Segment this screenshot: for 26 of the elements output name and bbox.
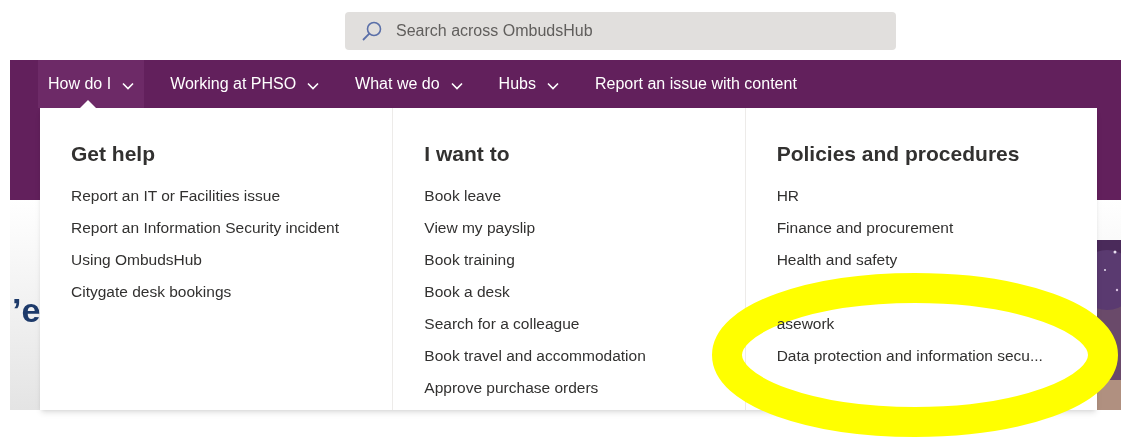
menu-link[interactable]: asework: [776, 311, 835, 336]
menu-link[interactable]: Finance and procurement: [776, 215, 954, 240]
menu-link[interactable]: Report an IT or Facilities issue: [71, 183, 281, 208]
menu-link[interactable]: Report an Information Security incident: [71, 215, 339, 240]
menu-link[interactable]: Health and safety: [776, 247, 898, 272]
chevron-down-icon: [307, 81, 320, 90]
menu-link[interactable]: Book leave: [424, 183, 502, 208]
menu-link[interactable]: Book training: [424, 247, 515, 272]
column-heading: I want to: [424, 141, 511, 167]
menu-link[interactable]: View my payslip: [424, 215, 536, 240]
banner-heading: ’e: [12, 293, 41, 327]
menu-link[interactable]: Citygate desk bookings: [71, 279, 232, 304]
menu-link[interactable]: HR: [776, 183, 800, 208]
menu-link[interactable]: Using OmbudsHub: [71, 247, 202, 272]
search-field[interactable]: Search across OmbudsHub: [345, 12, 896, 50]
menu-link[interactable]: Approve purchase orders: [424, 375, 599, 400]
chevron-down-icon: [450, 81, 463, 90]
chevron-down-icon: [546, 81, 559, 90]
column-heading: Get help: [71, 141, 156, 167]
column-heading: Policies and procedures: [776, 141, 1021, 167]
menu-link[interactable]: Book a desk: [424, 279, 510, 304]
menu-link[interactable]: Data protection and information secu...: [776, 343, 1043, 368]
nav-item[interactable]: How do I: [38, 60, 145, 108]
chevron-down-icon: [122, 81, 135, 90]
menu-link[interactable]: Book travel and accommodation: [424, 343, 646, 368]
menu-link[interactable]: Search for a colleague: [424, 311, 580, 336]
